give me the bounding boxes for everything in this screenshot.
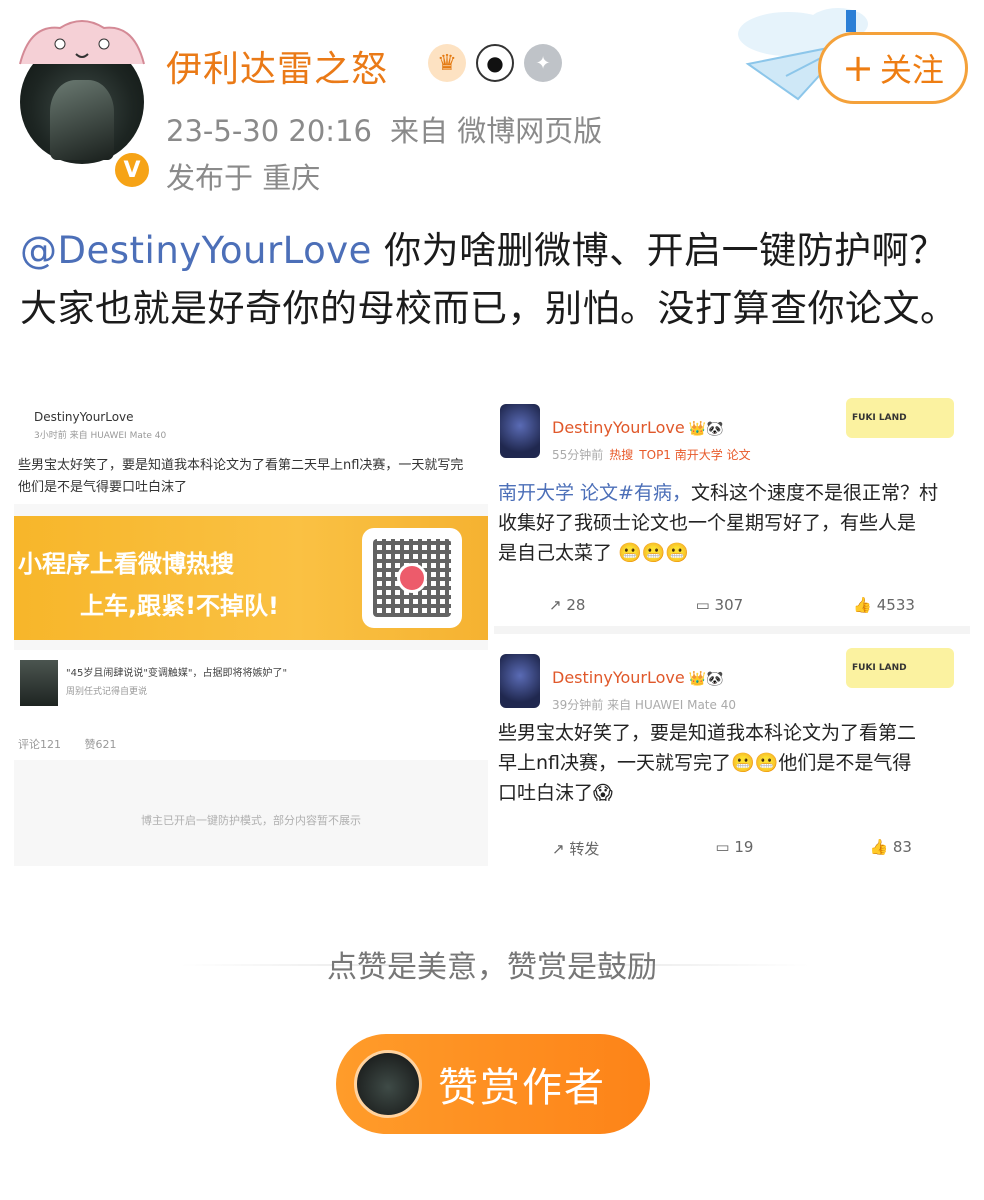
right-shot-actions-2: ↗ 转发 ▭ 19 👍 83: [494, 838, 970, 859]
right-shot-avatar: [500, 654, 540, 708]
card-thumbnail: [20, 660, 58, 706]
verified-badge-icon: V: [112, 150, 152, 190]
card-stats: 评论121 赞621: [18, 736, 137, 752]
cat-frame-icon: [19, 20, 145, 65]
repost-count: ↗ 28: [549, 596, 586, 614]
left-shot-banner: 小程序上看微博热搜 上车,跟紧!不掉队!: [14, 516, 488, 640]
avatar-figure: [50, 80, 114, 160]
panda-badge-icon[interactable]: ●: [476, 44, 514, 82]
qr-code-icon: [362, 528, 462, 628]
plus-icon: +: [842, 46, 874, 90]
reward-author-button[interactable]: 赞赏作者: [336, 1034, 650, 1134]
crown-badge-icon[interactable]: ♛: [428, 44, 466, 82]
post-image-right[interactable]: DestinyYourLove 👑🐼 FUKI LAND 55分钟前 热搜 TOP1 …: [494, 392, 970, 866]
right-shot-post-2: DestinyYourLove 👑🐼 FUKI LAND 39分钟前 来自 HUA…: [494, 642, 970, 866]
banner-line2: 上车,跟紧!不掉队!: [80, 592, 280, 620]
post-meta: 23-5-30 20:16 来自 微博网页版: [166, 108, 602, 150]
left-shot-sub: 3小时前 来自 HUAWEI Mate 40: [34, 431, 167, 441]
author-avatar[interactable]: V: [19, 20, 152, 190]
crown-panda-icon: 👑🐼: [688, 421, 724, 437]
author-name[interactable]: 伊利达雷之怒: [166, 40, 388, 92]
post-body: @DestinyYourLove 你为啥删微博、开启一键防护啊？大家也就是好奇你…: [20, 222, 964, 338]
right-shot-name: DestinyYourLove 👑🐼: [552, 418, 724, 437]
banner-line1: 小程序上看微博热搜: [18, 550, 234, 578]
post-image-left[interactable]: DestinyYourLove 3小时前 来自 HUAWEI Mate 40 些…: [14, 392, 488, 866]
repost-label: ↗ 转发: [552, 840, 600, 858]
reward-slogan: 点赞是美意，赞赏是鼓励: [327, 950, 657, 985]
medal-badge-icon[interactable]: ✦: [524, 44, 562, 82]
like-count: 👍 83: [869, 838, 912, 856]
card-comments: 评论121: [18, 738, 61, 751]
post-time: 23-5-30 20:16: [166, 114, 372, 148]
right-shot-meta: 55分钟前 热搜 TOP1 南开大学 论文: [552, 448, 751, 462]
right-shot-body-2: 些男宝太好笑了，要是知道我本科论文为了看第二 早上nfl决赛，一天就写完了😬😬他…: [498, 722, 917, 804]
right-shot-meta: 39分钟前 来自 HUAWEI Mate 40: [552, 698, 736, 712]
right-shot-name: DestinyYourLove 👑🐼: [552, 668, 724, 687]
reward-button-label: 赞赏作者: [438, 1065, 606, 1111]
comment-count: ▭ 307: [695, 596, 744, 614]
right-shot-body-1: 南开大学 论文#有病，文科这个速度不是很正常？村 收集好了我硕士论文也一个星期写…: [498, 482, 938, 564]
left-shot-name: DestinyYourLove: [34, 410, 134, 424]
like-count: 👍 4533: [853, 596, 915, 614]
card-sub: 周别任式记得自更说: [66, 687, 148, 697]
left-shot-post: DestinyYourLove 3小时前 来自 HUAWEI Mate 40 些…: [14, 392, 488, 504]
follow-label: 关注: [879, 51, 944, 89]
card-title: "45岁且闹肆说说"变调触媒"，占据即将将嫉妒了": [66, 668, 288, 679]
post-location: 发布于 重庆: [166, 161, 321, 195]
protection-note: 博主已开启一键防护模式，部分内容暂不展示: [141, 814, 361, 827]
mention-link[interactable]: @DestinyYourLove: [20, 229, 372, 272]
left-shot-line1: 些男宝太好笑了，要是知道我本科论文为了看第二天早上nfl决赛，一天就写完: [18, 458, 464, 473]
reward-avatar: [354, 1050, 422, 1118]
right-shot-actions-1: ↗ 28 ▭ 307 👍 4533: [494, 596, 970, 614]
right-shot-avatar: [500, 404, 540, 458]
follow-button[interactable]: + 关注: [818, 32, 968, 104]
comment-count: ▭ 19: [715, 838, 754, 856]
user-badges: ♛ ● ✦: [428, 44, 562, 82]
left-shot-card: "45岁且闹肆说说"变调触媒"，占据即将将嫉妒了" 周别任式记得自更说 评论12…: [14, 650, 488, 760]
fuki-land-badge: FUKI LAND: [846, 648, 954, 688]
post-source: 来自 微博网页版: [389, 114, 603, 148]
left-shot-line2: 他们是不是气得要口吐白沫了: [18, 480, 188, 495]
right-shot-post-1: DestinyYourLove 👑🐼 FUKI LAND 55分钟前 热搜 TOP1 …: [494, 392, 970, 634]
card-likes: 赞621: [84, 738, 117, 751]
fuki-land-badge: FUKI LAND: [846, 398, 954, 438]
crown-panda-icon: 👑🐼: [688, 671, 724, 687]
